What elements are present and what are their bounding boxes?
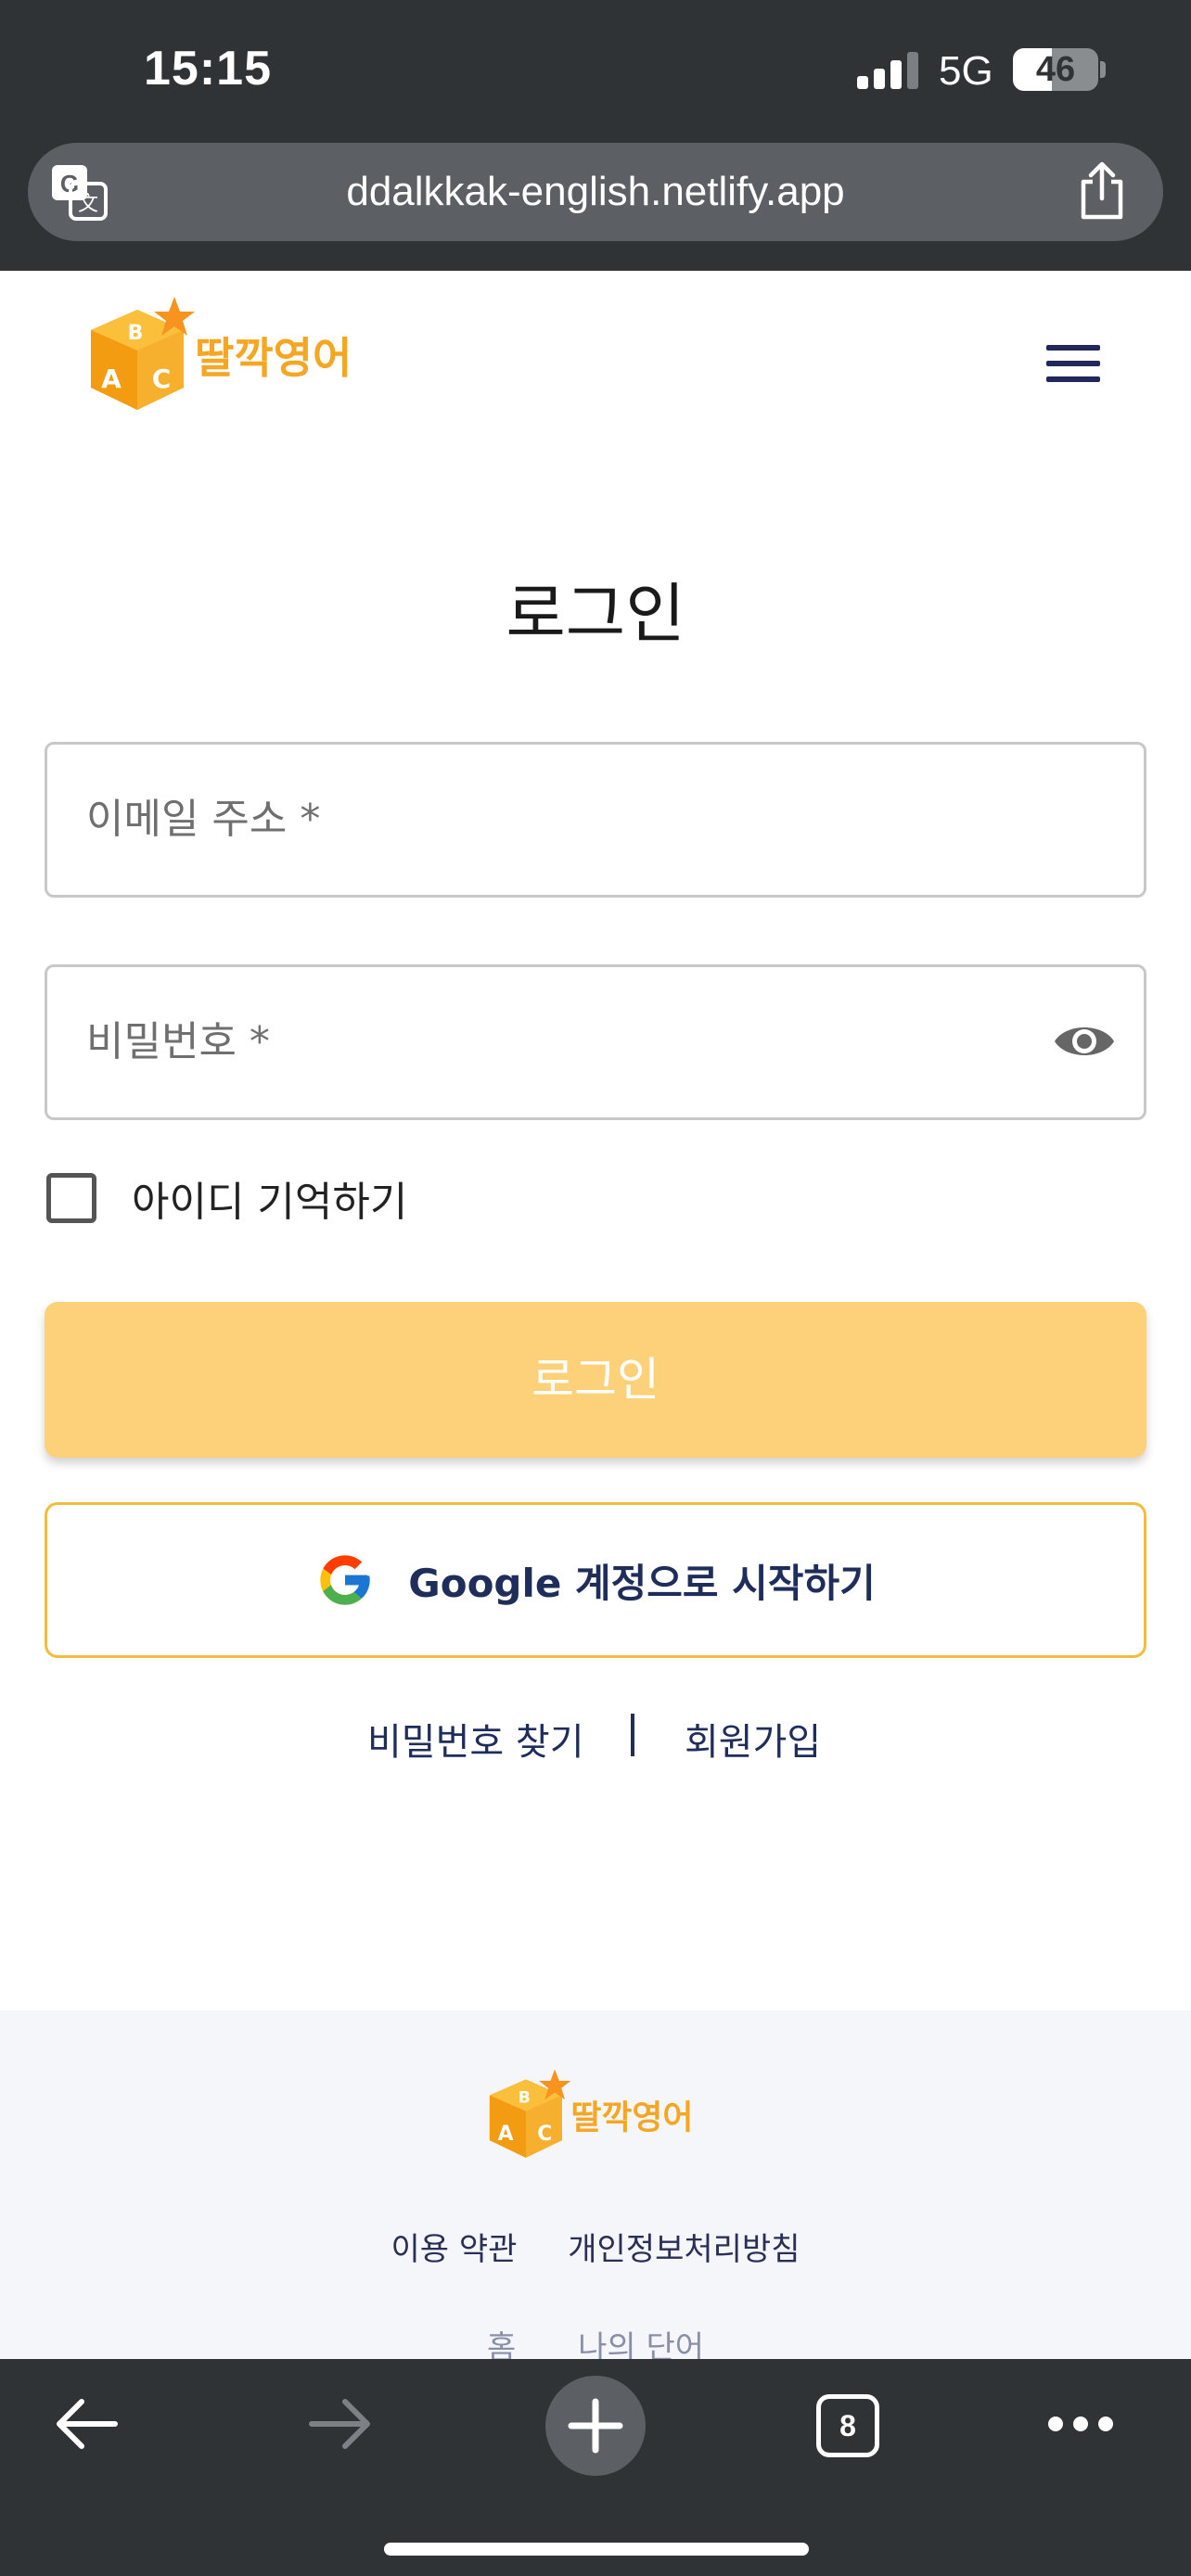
forward-arrow-icon[interactable]	[308, 2396, 373, 2452]
auth-links: 비밀번호 찾기 회원가입	[0, 1712, 1191, 1767]
svg-text:A: A	[101, 363, 122, 394]
back-arrow-icon[interactable]	[54, 2396, 119, 2452]
svg-text:B: B	[128, 322, 144, 345]
footer-nav: 홈 나의 단어	[0, 2322, 1191, 2363]
google-login-button[interactable]: Google 계정으로 시작하기	[45, 1502, 1146, 1658]
svg-text:A: A	[498, 2123, 514, 2146]
password-placeholder: 비밀번호 *	[86, 1018, 270, 1065]
app-logo[interactable]: B A C 딸깍영어	[82, 295, 378, 434]
find-password-link[interactable]: 비밀번호 찾기	[367, 1712, 584, 1766]
footer-words-link[interactable]: 나의 단어	[578, 2329, 704, 2363]
eye-icon[interactable]	[1053, 1015, 1116, 1067]
privacy-link[interactable]: 개인정보처리방침	[568, 2231, 800, 2268]
url-text: ddalkkak-english.netlify.app	[346, 169, 845, 214]
email-placeholder: 이메일 주소 *	[86, 796, 321, 843]
link-divider	[631, 1714, 634, 1756]
footer-links: 이용 약관 개인정보처리방침	[0, 2224, 1191, 2269]
footer: B A C 딸깍영어 이용 약관 개인정보처리방침 홈 나의 단어	[0, 2010, 1191, 2363]
more-icon[interactable]	[1048, 2417, 1113, 2431]
battery-tip	[1100, 61, 1106, 78]
battery-icon: 46	[1013, 48, 1098, 91]
logo-text: 딸깍영어	[195, 333, 352, 383]
email-field[interactable]: 이메일 주소 *	[45, 742, 1146, 898]
footer-logo-text: 딸깍영어	[570, 2099, 693, 2137]
remember-label: 아이디 기억하기	[132, 1179, 408, 1226]
tabs-icon[interactable]: 8	[816, 2394, 879, 2457]
signup-link[interactable]: 회원가입	[685, 1712, 821, 1766]
page-title: 로그인	[506, 576, 685, 652]
network-type: 5G	[939, 48, 993, 94]
signal-icon	[857, 52, 918, 89]
footer-logo[interactable]: B A C 딸깍영어	[482, 2068, 714, 2177]
battery-level: 46	[1035, 50, 1076, 89]
browser-toolbar: 8	[0, 2359, 1191, 2576]
plus-icon	[568, 2398, 623, 2454]
remember-me[interactable]: 아이디 기억하기	[46, 1172, 407, 1226]
status-time: 15:15	[144, 42, 272, 96]
svg-text:B: B	[519, 2088, 531, 2107]
login-button[interactable]: 로그인	[45, 1302, 1146, 1458]
footer-logo-cube-icon: B A C 딸깍영어	[489, 2069, 693, 2158]
hamburger-menu-icon[interactable]	[1046, 345, 1100, 382]
browser-top-chrome: 15:15 5G 46 G 文 ddalkkak-english.netlify…	[0, 0, 1191, 271]
google-icon	[320, 1555, 370, 1605]
home-indicator	[384, 2543, 809, 2556]
google-button-label: Google 계정으로 시작하기	[408, 1560, 876, 1606]
svg-text:C: C	[537, 2123, 552, 2146]
address-bar[interactable]: G 文 ddalkkak-english.netlify.app	[28, 143, 1163, 241]
remember-checkbox[interactable]	[46, 1173, 96, 1223]
terms-link[interactable]: 이용 약관	[391, 2231, 518, 2268]
password-field[interactable]: 비밀번호 *	[45, 964, 1146, 1120]
share-icon[interactable]	[1076, 161, 1128, 221]
svg-text:C: C	[152, 363, 172, 394]
logo-cube-icon: B A C 딸깍영어	[91, 297, 352, 410]
new-tab-button[interactable]	[545, 2376, 646, 2476]
footer-home-link[interactable]: 홈	[487, 2329, 516, 2363]
